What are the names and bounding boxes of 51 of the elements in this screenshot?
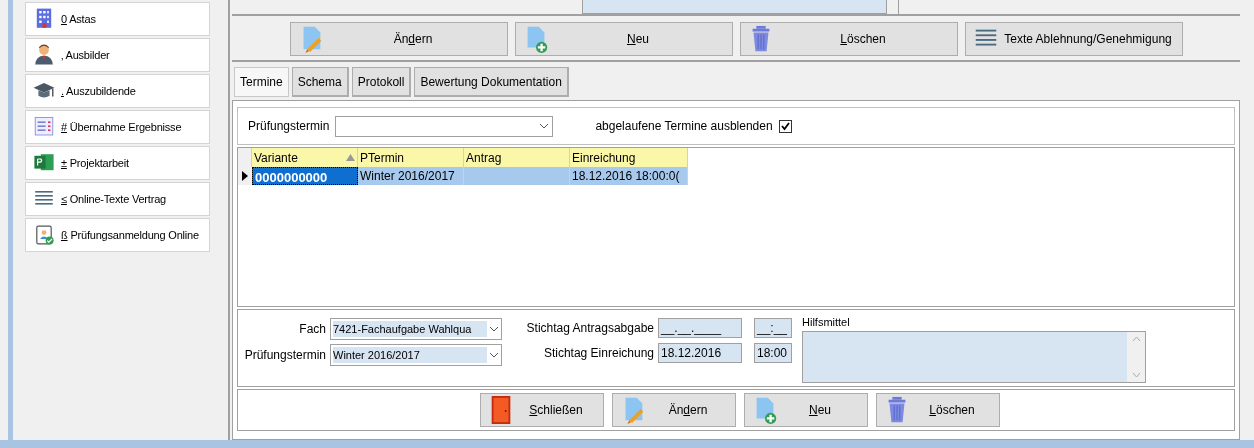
dropdown[interactable]: Winter 2016/2017: [330, 344, 502, 366]
field-label: Stichtag Antragsabgabe: [526, 320, 654, 337]
toolbar-button[interactable]: Neu: [744, 393, 868, 427]
toolbar-button[interactable]: Ändern: [290, 22, 508, 56]
field-label: Prüfungstermin: [248, 118, 330, 135]
input-field[interactable]: __.__.____: [658, 318, 742, 338]
field-label: Prüfungstermin: [243, 347, 326, 364]
field-label: Stichtag Einreichung: [542, 345, 654, 362]
tab[interactable]: Bewertung Dokumentation: [414, 67, 569, 97]
sidebar-item[interactable]: ‚ Ausbilder: [25, 38, 210, 72]
toolbar-button[interactable]: Texte Ablehnung/Genehmigung: [965, 22, 1183, 56]
sidebar-item[interactable]: ± Projektarbeit: [25, 146, 210, 180]
column-header[interactable]: PTermin: [358, 148, 464, 167]
checklist-icon: [32, 115, 56, 139]
scroll-down-icon[interactable]: [1131, 371, 1141, 378]
input-field[interactable]: 18:00: [754, 343, 792, 363]
dropdown[interactable]: 7421-Fachaufgabe Wahlqua: [330, 318, 502, 340]
input-field[interactable]: __:__: [754, 318, 792, 338]
column-header[interactable]: Antrag: [464, 148, 570, 167]
sidebar-item[interactable]: ≤ Online-Texte Vertrag: [25, 182, 210, 216]
checkbox[interactable]: [778, 119, 792, 133]
sidebar-item[interactable]: . Auszubildende: [25, 74, 210, 108]
toolbar-button[interactable]: Schließen: [480, 393, 604, 427]
field-label: Fach: [298, 321, 326, 338]
person-icon: [32, 43, 56, 67]
sidebar-item[interactable]: # Übernahme Ergebnisse: [25, 110, 210, 144]
chevron-down-icon: [489, 352, 499, 358]
tab[interactable]: Protokoll: [351, 67, 412, 97]
chevron-down-icon: [539, 123, 550, 129]
input-field[interactable]: 18.12.2016: [658, 343, 742, 363]
text-area[interactable]: [802, 330, 1146, 383]
table-cell: Winter 2016/2017: [358, 167, 464, 185]
table-cell: 0000000000: [252, 167, 358, 185]
tab[interactable]: Schema: [291, 67, 349, 97]
tab[interactable]: Termine: [234, 67, 289, 97]
chevron-down-icon: [489, 326, 499, 332]
toolbar-button[interactable]: Löschen: [876, 393, 1000, 427]
scrollbar[interactable]: [1127, 331, 1145, 382]
text-field[interactable]: [582, 0, 887, 14]
field-label: Hilfsmittel: [802, 315, 851, 330]
sidebar-item[interactable]: ß Prüfungsanmeldung Online: [25, 218, 210, 252]
sidebar-item[interactable]: 0 Astas: [25, 2, 210, 36]
toolbar-button[interactable]: Löschen: [740, 22, 958, 56]
scroll-up-icon[interactable]: [1131, 335, 1141, 342]
toolbar-button[interactable]: Ändern: [612, 393, 736, 427]
date-dropdown[interactable]: [335, 115, 554, 137]
table-cell: 18.12.2016 18:00:0(: [570, 167, 688, 185]
column-header[interactable]: Einreichung: [570, 148, 688, 167]
toolbar-button[interactable]: Neu: [515, 22, 733, 56]
column-header[interactable]: Variante: [252, 148, 358, 167]
checkbox-label: abgelaufene Termine ausblenden: [595, 118, 773, 135]
